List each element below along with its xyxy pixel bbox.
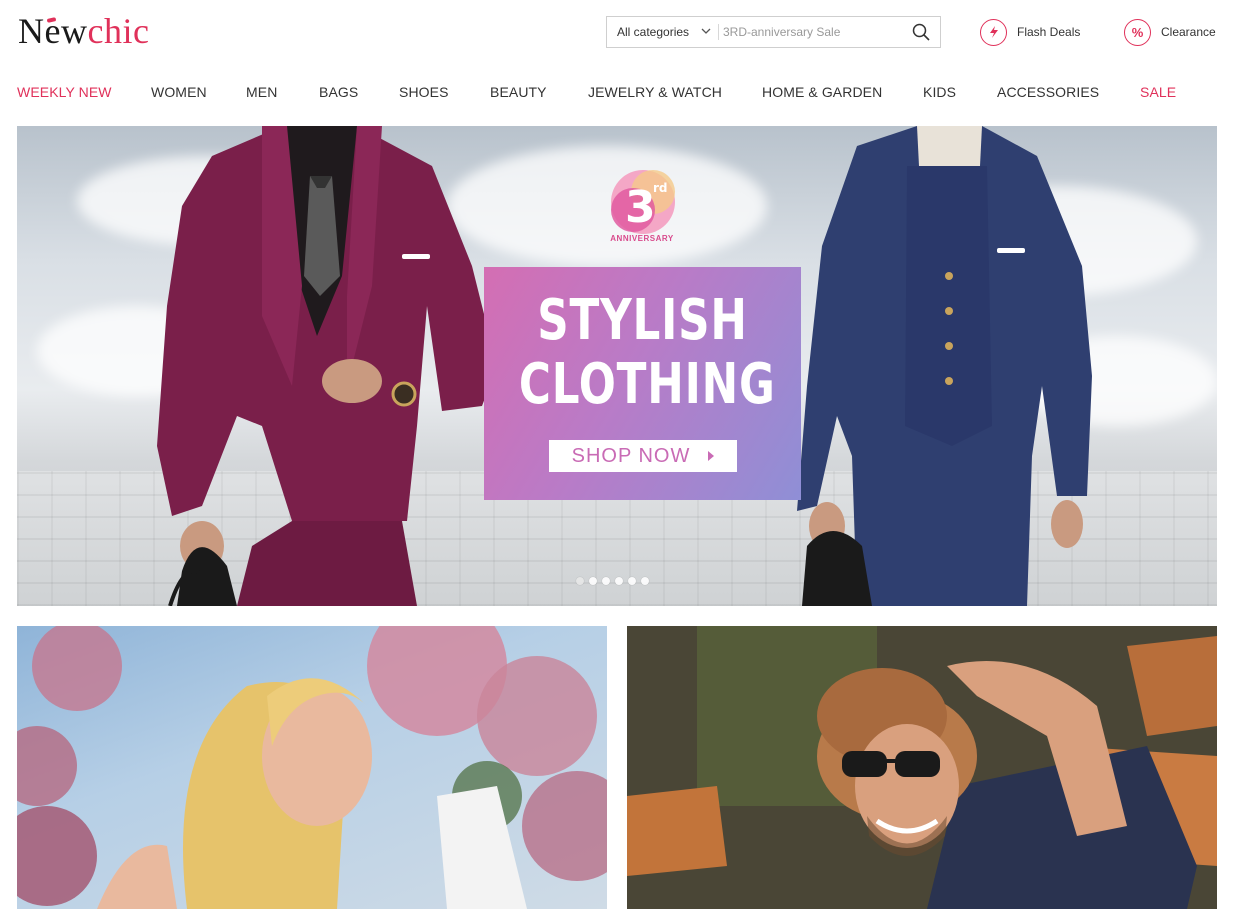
model-burgundy-suit-image xyxy=(157,126,497,606)
nav-item-beauty[interactable]: BEAUTY xyxy=(490,84,547,100)
nav-item-jewelry-watch[interactable]: JEWELRY & WATCH xyxy=(588,84,722,100)
search-divider xyxy=(718,24,719,40)
search-icon[interactable] xyxy=(911,22,931,42)
nav-item-weekly-new[interactable]: WEEKLY NEW xyxy=(17,84,112,100)
category-select[interactable]: All categories xyxy=(617,17,689,47)
man-with-hat-image xyxy=(627,626,1217,909)
caret-right-icon xyxy=(708,451,715,461)
logo-text-chic: chic xyxy=(87,11,150,51)
main-navigation: WEEKLY NEW WOMEN MEN BAGS SHOES BEAUTY J… xyxy=(0,84,1234,106)
nav-item-kids[interactable]: KIDS xyxy=(923,84,956,100)
model-blue-suit-image xyxy=(797,126,1092,606)
carousel-dot[interactable] xyxy=(602,577,610,585)
shop-now-button[interactable]: SHOP NOW xyxy=(549,440,737,472)
flash-deals-label: Flash Deals xyxy=(1017,25,1081,39)
nav-item-women[interactable]: WOMEN xyxy=(151,84,207,100)
carousel-dot[interactable] xyxy=(641,577,649,585)
carousel-indicators xyxy=(576,577,654,585)
shop-now-label: SHOP NOW xyxy=(571,444,691,467)
woman-with-flowers-image xyxy=(17,626,607,909)
carousel-dot[interactable] xyxy=(628,577,636,585)
nav-item-shoes[interactable]: SHOES xyxy=(399,84,449,100)
promo-title: STYLISH CLOTHING xyxy=(518,288,776,417)
promo-box: STYLISH CLOTHING SHOP NOW xyxy=(484,267,801,500)
women-promo-tile[interactable] xyxy=(17,626,607,909)
chevron-down-icon[interactable] xyxy=(700,25,712,37)
logo-letter-n: N xyxy=(18,11,45,51)
hero-banner[interactable]: 3 rd ANNIVERSARY STYLISH CLOTHING SHOP N… xyxy=(17,126,1217,606)
nav-item-accessories[interactable]: ACCESSORIES xyxy=(997,84,1099,100)
nav-item-sale[interactable]: SALE xyxy=(1140,84,1176,100)
flash-deals-link[interactable]: Flash Deals xyxy=(980,17,1080,47)
search-input[interactable] xyxy=(723,18,903,46)
anniversary-label: ANNIVERSARY xyxy=(610,234,674,243)
badge-number: 3 xyxy=(625,182,656,233)
nav-item-bags[interactable]: BAGS xyxy=(319,84,358,100)
percent-icon: % xyxy=(1124,18,1151,46)
carousel-dot[interactable] xyxy=(615,577,623,585)
newchic-logo[interactable]: Newchic xyxy=(18,10,149,52)
clearance-link[interactable]: % Clearance xyxy=(1124,17,1216,47)
men-promo-tile[interactable] xyxy=(627,626,1217,909)
nav-item-men[interactable]: MEN xyxy=(246,84,277,100)
promo-title-line2: CLOTHING xyxy=(518,352,776,417)
promo-title-line1: STYLISH xyxy=(537,288,748,353)
carousel-dot[interactable] xyxy=(576,577,584,585)
header: Newchic All categories Flash Deals % Cle… xyxy=(0,0,1234,66)
logo-letters-ew: ew xyxy=(45,10,88,52)
nav-item-home-garden[interactable]: HOME & GARDEN xyxy=(762,84,882,100)
carousel-dot[interactable] xyxy=(589,577,597,585)
clearance-label: Clearance xyxy=(1161,25,1216,39)
badge-suffix: rd xyxy=(653,181,668,195)
lightning-icon xyxy=(980,18,1007,46)
search-bar: All categories xyxy=(606,16,941,48)
